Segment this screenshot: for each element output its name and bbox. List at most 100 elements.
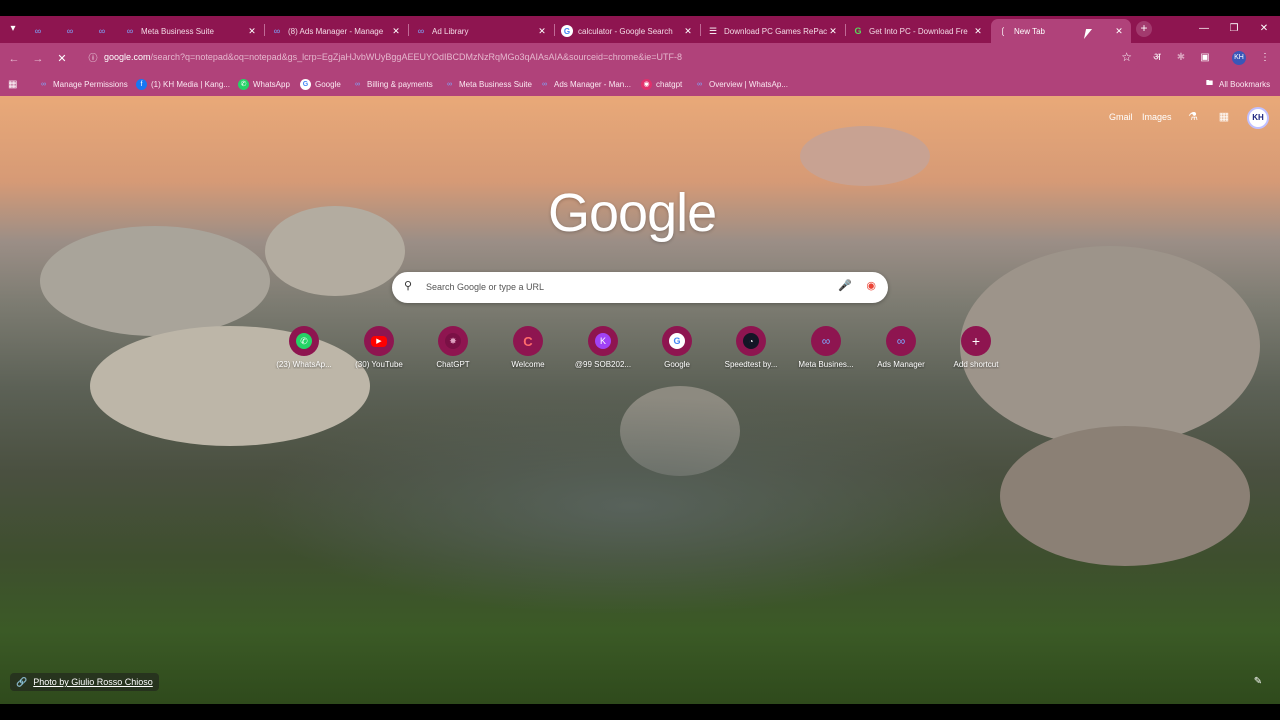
shortcut-meta-business[interactable]: ∞ Meta Busines... [789, 326, 863, 382]
tab-ad-library[interactable]: ∞ Ad Library ✕ [409, 19, 554, 43]
url-host: google.com [104, 52, 151, 62]
address-bar[interactable]: ⓘ google.com/search?q=notepad&oq=notepad… [80, 47, 1142, 69]
stop-loading-button[interactable]: ✕ [54, 51, 70, 67]
back-button[interactable]: ← [6, 51, 22, 67]
bookmark-star-icon[interactable]: ☆ [1121, 50, 1132, 64]
background-rock [800, 126, 930, 186]
forward-button[interactable]: → [30, 51, 46, 67]
tab-meta-business-suite[interactable]: ∞ Meta Business Suite ✕ [118, 19, 264, 43]
gmail-link[interactable]: Gmail [1109, 112, 1133, 122]
url-path: /search?q=notepad&oq=notepad&gs_lcrp=EgZ… [150, 52, 683, 62]
tab-ads-manager[interactable]: ∞ (8) Ads Manager - Manage ✕ [265, 19, 408, 43]
profile-avatar-icon[interactable]: KH [1232, 51, 1246, 65]
google-apps-icon[interactable]: ▦ [1217, 110, 1231, 123]
google-lens-icon[interactable]: ◉ [866, 279, 876, 292]
bookmark-meta-business-suite[interactable]: ∞ Meta Business Suite [444, 77, 532, 91]
bookmark-chatgpt[interactable]: ◉ chatgpt [641, 77, 682, 91]
close-icon[interactable]: ✕ [246, 26, 258, 37]
meta-icon: ∞ [417, 26, 425, 36]
link-icon: 🔗 [16, 677, 28, 687]
close-window-button[interactable]: ✕ [1254, 21, 1274, 37]
tab-title: calculator - Google Search [578, 26, 673, 36]
shortcut-tile: C [513, 326, 543, 356]
instagram-icon: ◉ [641, 78, 652, 90]
speedtest-icon: ◔ [743, 333, 759, 349]
tab-new-tab[interactable]: ❲ New Tab ✕ [991, 19, 1131, 43]
shortcut-tile: ◔ [736, 326, 766, 356]
search-box[interactable]: ⚲ Search Google or type a URL 🎤 ◉ [392, 272, 888, 303]
tab-get-into-pc[interactable]: G Get Into PC - Download Fre ✕ [846, 19, 990, 43]
images-link[interactable]: Images [1142, 112, 1172, 122]
labs-flask-icon[interactable]: ⚗ [1186, 110, 1200, 123]
close-icon[interactable]: ✕ [536, 26, 548, 37]
shortcut-google[interactable]: G Google [640, 326, 714, 382]
meta-icon: ∞ [98, 26, 106, 36]
bookmark-google[interactable]: G Google [300, 77, 341, 91]
close-icon[interactable]: ✕ [972, 26, 984, 37]
menu-kebab-icon[interactable]: ⋮ [1256, 49, 1274, 67]
tab-meta-1[interactable]: ∞ [26, 19, 54, 43]
shortcut-speedtest[interactable]: ◔ Speedtest by... [714, 326, 788, 382]
shortcut-label: ChatGPT [436, 360, 470, 369]
search-input[interactable]: Search Google or type a URL [426, 282, 544, 292]
close-icon[interactable]: ✕ [1113, 26, 1125, 37]
bookmark-whatsapp-overview[interactable]: ∞ Overview | WhatsAp... [694, 77, 788, 91]
close-icon[interactable]: ✕ [827, 26, 839, 37]
tab-title: Ad Library [432, 26, 469, 36]
bookmark-label: Ads Manager - Man... [554, 79, 631, 89]
google-icon: G [669, 333, 685, 349]
shortcut-sob[interactable]: K @99 SOB202... [566, 326, 640, 382]
bookmark-label: (1) KH Media | Kang... [151, 79, 230, 89]
shortcut-tile: ✸ [438, 326, 468, 356]
site-info-icon[interactable]: ⓘ [86, 51, 100, 65]
account-avatar[interactable]: KH [1247, 107, 1269, 129]
close-icon[interactable]: ✕ [390, 26, 402, 37]
google-icon: G [561, 25, 573, 37]
photo-credit-link[interactable]: 🔗 Photo by Giulio Rosso Chioso [10, 673, 159, 691]
shortcut-youtube[interactable]: ▶ (30) YouTube [342, 326, 416, 382]
tab-meta-2[interactable]: ∞ [58, 19, 86, 43]
minimize-button[interactable]: — [1194, 21, 1214, 37]
meta-icon: ∞ [355, 80, 360, 88]
tab-title: (8) Ads Manager - Manage [288, 26, 384, 36]
shortcut-tile: G [662, 326, 692, 356]
shortcut-whatsapp[interactable]: ✆ (23) WhatsAp... [267, 326, 341, 382]
shortcut-chatgpt[interactable]: ✸ ChatGPT [416, 326, 490, 382]
meta-icon: ∞ [821, 334, 831, 348]
tab-search-icon[interactable]: ▾ [6, 22, 20, 36]
shortcut-label: Ads Manager [877, 360, 925, 369]
shortcut-tile: K [588, 326, 618, 356]
extension-icon[interactable]: ✱ [1172, 49, 1190, 67]
close-icon[interactable]: ✕ [682, 26, 694, 37]
bookmark-billing[interactable]: ∞ Billing & payments [352, 77, 433, 91]
apps-grid-icon[interactable]: ▦ [8, 77, 17, 91]
shortcut-label: Add shortcut [953, 360, 999, 369]
bookmark-kh-media[interactable]: f (1) KH Media | Kang... [136, 77, 230, 91]
loading-icon: ❲ [999, 25, 1007, 36]
background-rock [1000, 426, 1250, 566]
extensions-puzzle-icon[interactable]: ▣ [1196, 49, 1214, 67]
bookmark-ads-manager[interactable]: ∞ Ads Manager - Man... [539, 77, 631, 91]
shortcut-ads-manager[interactable]: ∞ Ads Manager [864, 326, 938, 382]
bookmark-whatsapp[interactable]: ✆ WhatsApp [238, 77, 290, 91]
microphone-icon[interactable]: 🎤 [838, 279, 852, 292]
translate-icon[interactable]: अ [1148, 49, 1166, 67]
meta-icon: ∞ [697, 80, 702, 88]
welcome-icon: C [523, 333, 533, 349]
address-url[interactable]: google.com/search?q=notepad&oq=notepad&g… [104, 52, 682, 62]
tab-meta-3[interactable]: ∞ [90, 19, 118, 43]
tab-download-pc-games[interactable]: ☰ Download PC Games RePac ✕ [701, 19, 845, 43]
add-shortcut-button[interactable]: + Add shortcut [939, 326, 1013, 382]
customize-pencil-icon[interactable]: ✎ [1250, 676, 1266, 692]
meta-icon: ∞ [66, 26, 74, 36]
meta-icon: ∞ [273, 26, 281, 36]
shortcut-welcome[interactable]: C Welcome [491, 326, 565, 382]
all-bookmarks-button[interactable]: 🖿 All Bookmarks [1204, 77, 1270, 91]
bookmark-label: WhatsApp [253, 79, 290, 89]
bookmark-label: Manage Permissions [53, 79, 128, 89]
new-tab-button[interactable]: + [1136, 21, 1152, 37]
bookmark-manage-permissions[interactable]: ∞ Manage Permissions [38, 77, 128, 91]
restore-button[interactable]: ❐ [1224, 21, 1244, 37]
tab-calculator-search[interactable]: G calculator - Google Search ✕ [555, 19, 700, 43]
meta-icon: ∞ [447, 80, 452, 88]
